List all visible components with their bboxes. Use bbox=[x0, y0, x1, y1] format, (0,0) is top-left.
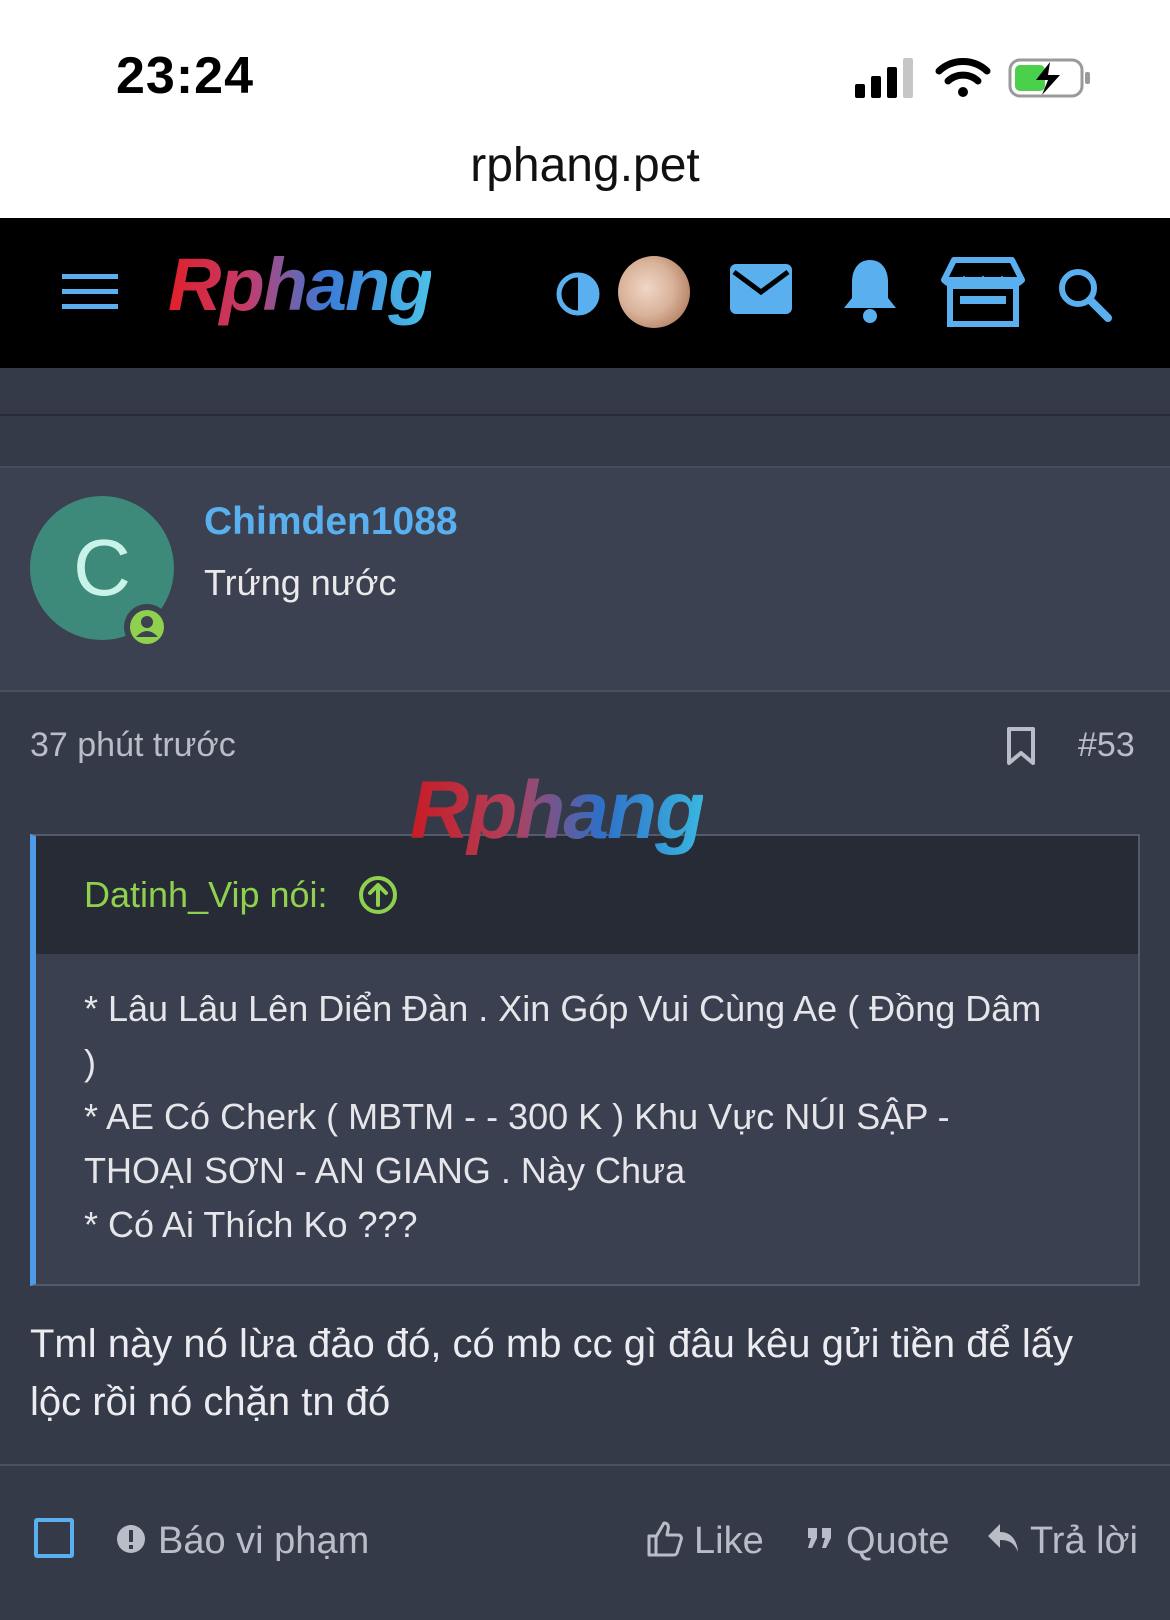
mail-icon[interactable] bbox=[730, 264, 792, 314]
quote-line: * Lâu Lâu Lên Diển Đàn . Xin Góp Vui Cùn… bbox=[84, 988, 1042, 1029]
theme-toggle-icon[interactable] bbox=[556, 272, 600, 316]
quote-line: THOẠI SƠN - AN GIANG . Này Chưa bbox=[84, 1150, 686, 1191]
jump-up-icon[interactable] bbox=[358, 875, 398, 915]
breadcrumb-bar bbox=[0, 368, 1170, 416]
post-number[interactable]: #53 bbox=[1078, 726, 1135, 765]
battery-icon bbox=[1008, 58, 1090, 98]
thumbs-up-icon bbox=[647, 1521, 683, 1557]
post-body-line: lộc rồi nó chặn tn đó bbox=[30, 1380, 391, 1424]
select-checkbox[interactable] bbox=[34, 1518, 74, 1558]
signal-icon bbox=[855, 58, 913, 98]
menu-icon[interactable] bbox=[62, 272, 118, 312]
store-icon[interactable] bbox=[940, 256, 1026, 328]
post-body-line: Tml này nó lừa đảo đó, có mb cc gì đâu k… bbox=[30, 1322, 1074, 1366]
quote-line: ) bbox=[84, 1042, 96, 1083]
wifi-icon bbox=[935, 58, 991, 97]
report-button[interactable]: Báo vi phạm bbox=[158, 1520, 369, 1563]
like-button[interactable]: Like bbox=[694, 1520, 764, 1563]
online-badge bbox=[124, 604, 170, 650]
bookmark-icon[interactable] bbox=[1006, 726, 1036, 766]
quote-icon bbox=[808, 1528, 831, 1548]
site-logo[interactable]: Rphang bbox=[168, 242, 433, 327]
search-icon[interactable] bbox=[1056, 266, 1112, 322]
reply-button[interactable]: Trả lời bbox=[1030, 1520, 1138, 1563]
status-time: 23:24 bbox=[116, 47, 254, 105]
quote-author[interactable]: Datinh_Vip nói: bbox=[84, 874, 328, 916]
quote-line: * Có Ai Thích Ko ??? bbox=[84, 1204, 418, 1245]
avatar[interactable] bbox=[618, 256, 690, 328]
watermark-logo: Rphang bbox=[410, 765, 705, 856]
bell-icon[interactable] bbox=[842, 258, 898, 324]
post-time[interactable]: 37 phút trước bbox=[30, 726, 236, 765]
warning-icon bbox=[117, 1525, 145, 1553]
author-username[interactable]: Chimden1088 bbox=[204, 500, 458, 544]
user-online-icon bbox=[130, 610, 164, 644]
quote-line: * AE Có Cherk ( MBTM - - 300 K ) Khu Vực… bbox=[84, 1096, 950, 1137]
reply-icon bbox=[988, 1524, 1018, 1552]
quote-button[interactable]: Quote bbox=[846, 1520, 950, 1563]
author-card bbox=[0, 466, 1170, 692]
url-bar[interactable]: rphang.pet bbox=[0, 138, 1170, 193]
author-title: Trứng nước bbox=[204, 562, 397, 603]
